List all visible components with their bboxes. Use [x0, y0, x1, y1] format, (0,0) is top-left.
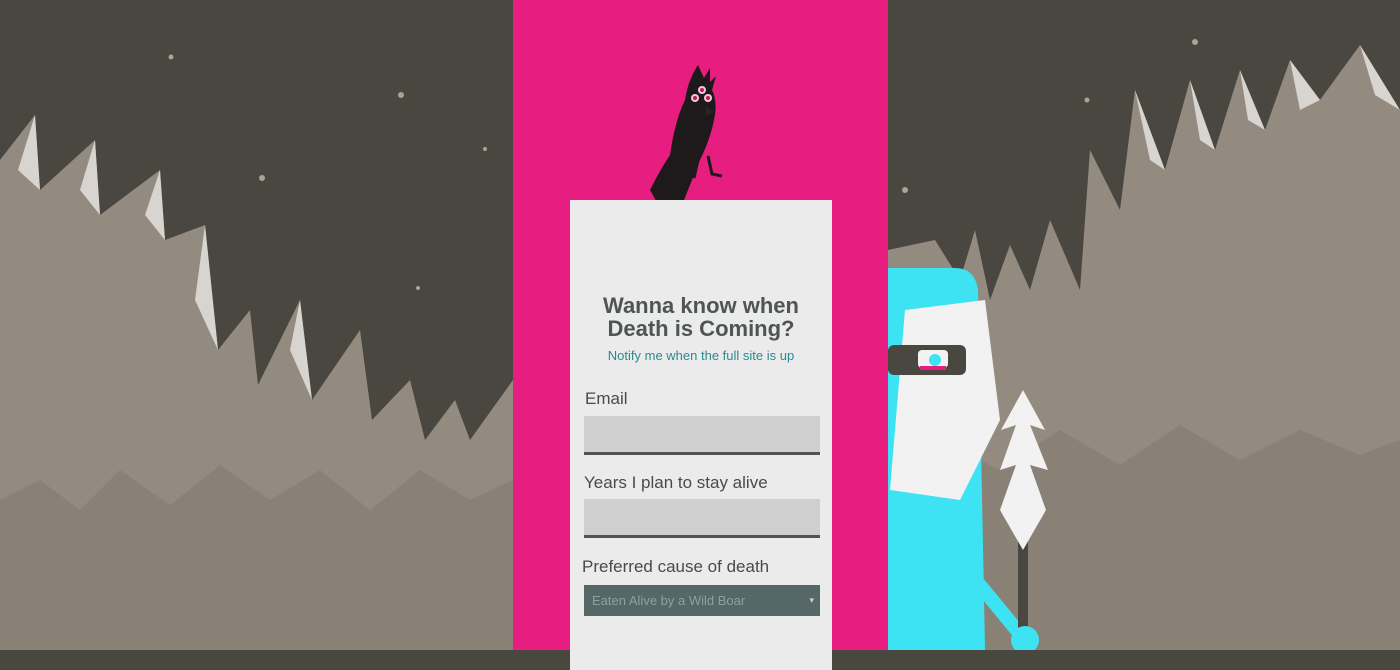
page-title: Wanna know when Death is Coming?	[570, 294, 832, 340]
title-line-2: Death is Coming?	[607, 316, 795, 341]
title-line-1: Wanna know when	[603, 293, 799, 318]
cause-selected-value: Eaten Alive by a Wild Boar	[592, 593, 746, 608]
subtitle: Notify me when the full site is up	[607, 348, 795, 363]
crow-illustration	[650, 65, 723, 210]
chevron-down-icon: ▾	[809, 595, 814, 605]
email-label: Email	[585, 389, 628, 408]
years-field[interactable]	[584, 499, 820, 538]
cause-of-death-select[interactable]: Eaten Alive by a Wild Boar ▾	[584, 585, 820, 616]
signup-card: Wanna know when Death is Coming? Notify …	[570, 200, 832, 670]
cause-label: Preferred cause of death	[582, 557, 770, 576]
email-field[interactable]	[584, 416, 820, 455]
years-label: Years I plan to stay alive	[584, 473, 768, 492]
